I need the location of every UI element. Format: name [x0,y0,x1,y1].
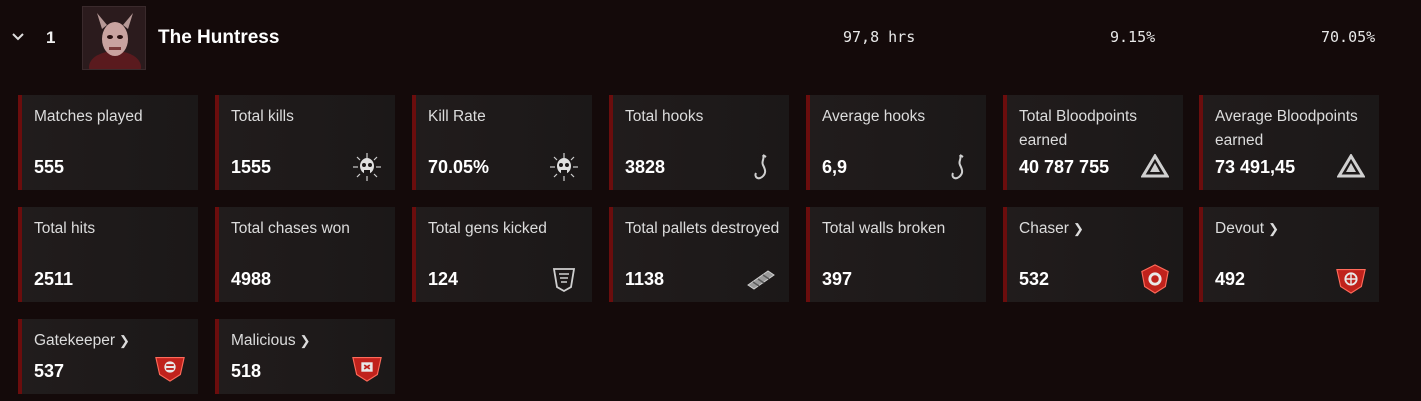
emblem-icon [154,351,186,383]
card-value: 6,9 [822,157,848,177]
chevron-right-icon: ❯ [1072,221,1084,236]
matches-played-card: Matches played 555 [18,95,198,190]
hook-icon [745,151,777,183]
pick-rate: 9.15% [1110,28,1156,46]
card-value: 537 [34,361,65,381]
card-label: Total walls broken [822,220,946,237]
card-label: Total gens kicked [428,220,547,237]
card-value: 397 [822,269,853,289]
skull-icon [548,151,580,183]
card-value: 40 787 755 [1019,157,1110,177]
emblem-icon [1335,263,1367,295]
card-value: 1555 [231,157,272,177]
average-hooks-card: Average hooks 6,9 [806,95,986,190]
malicious-emblem-card[interactable]: Malicious ❯ 518 [215,319,395,394]
card-label[interactable]: Chaser ❯ [1019,217,1175,241]
total-gens-kicked-card: Total gens kicked 124 [412,207,592,302]
card-value: 124 [428,269,459,289]
total-hooks-card: Total hooks 3828 [609,95,789,190]
card-value: 518 [231,361,262,381]
chevron-right-icon: ❯ [119,333,130,348]
card-value: 1138 [625,269,665,289]
card-value: 70.05% [428,157,490,177]
hook-icon [942,151,974,183]
total-chases-won-card: Total chases won 4988 [215,207,395,302]
total-walls-broken-card: Total walls broken 397 [806,207,986,302]
card-label: Average Bloodpoints earned [1215,108,1358,149]
card-label: Kill Rate [428,108,486,125]
generator-icon [548,263,580,295]
bloodpoints-icon [1335,151,1367,183]
emblem-icon [1139,263,1171,295]
card-value: 73 491,45 [1215,157,1296,177]
card-label: Total chases won [231,220,350,237]
card-label: Total pallets destroyed [625,220,780,237]
killer-name: The Huntress [158,27,280,48]
card-label[interactable]: Malicious ❯ [231,329,387,353]
killer-header-row[interactable]: 1 The Huntress 97,8 hrs 9.15% 70.05% [0,0,1421,78]
skull-icon [351,151,383,183]
total-pallets-destroyed-card: Total pallets destroyed 1138 [609,207,789,302]
card-value: 555 [34,157,65,177]
kill-rate-summary: 70.05% [1321,28,1376,46]
kill-rate-card: Kill Rate 70.05% [412,95,592,190]
average-bloodpoints-card: Average Bloodpoints earned 73 491,45 [1199,95,1379,190]
gatekeeper-emblem-card[interactable]: Gatekeeper ❯ 537 [18,319,198,394]
chevron-down-icon[interactable] [11,30,25,44]
card-value: 492 [1215,269,1246,289]
rank-number: 1 [46,28,56,47]
bloodpoints-icon [1139,151,1171,183]
card-label[interactable]: Devout ❯ [1215,217,1371,241]
pallet-icon [745,263,777,295]
chaser-emblem-card[interactable]: Chaser ❯ 532 [1003,207,1183,302]
card-label: Average hooks [822,108,926,125]
total-kills-card: Total kills 1555 [215,95,395,190]
card-label: Matches played [34,108,143,125]
total-bloodpoints-card: Total Bloodpoints earned 40 787 755 [1003,95,1183,190]
card-label: Total kills [231,108,294,125]
chevron-right-icon: ❯ [1268,221,1280,236]
card-value: 2511 [34,269,74,289]
total-hits-card: Total hits 2511 [18,207,198,302]
emblem-icon [351,351,383,383]
card-label[interactable]: Gatekeeper ❯ [34,329,190,353]
card-label: Total hits [34,220,96,237]
hours-played: 97,8 hrs [843,28,916,46]
card-value: 532 [1019,269,1050,289]
devout-emblem-card[interactable]: Devout ❯ 492 [1199,207,1379,302]
card-value: 3828 [625,157,666,177]
card-label: Total hooks [625,108,704,125]
killer-portrait [82,6,146,70]
card-value: 4988 [231,269,272,289]
card-label: Total Bloodpoints earned [1019,108,1138,149]
chevron-right-icon: ❯ [299,333,311,348]
